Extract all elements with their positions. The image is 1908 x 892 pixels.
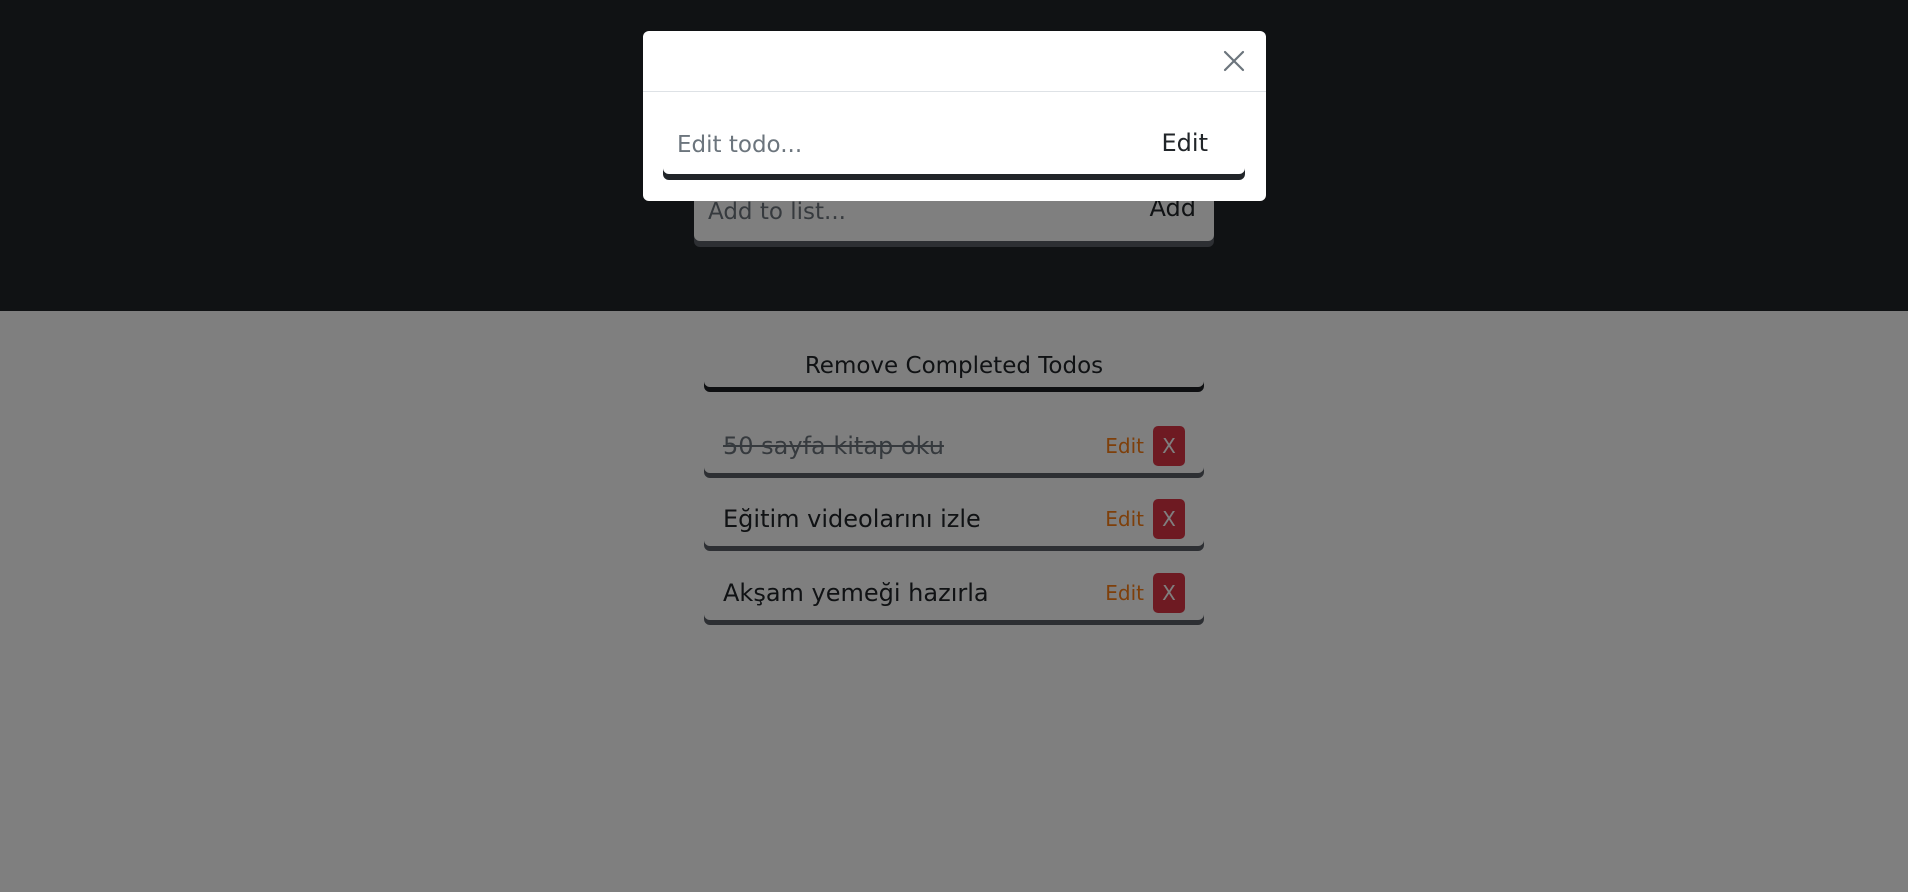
edit-todo-modal: Edit bbox=[643, 31, 1266, 201]
edit-todo-input[interactable] bbox=[675, 123, 1139, 167]
edit-todo-form: Edit bbox=[663, 114, 1245, 206]
todo-app-page: Add Remove Completed Todos 50 sayfa kita… bbox=[0, 0, 1908, 892]
modal-header bbox=[643, 31, 1266, 92]
close-icon bbox=[1223, 50, 1245, 72]
close-button[interactable] bbox=[1220, 47, 1248, 75]
edit-todo-bar: Edit bbox=[663, 114, 1245, 174]
edit-submit-button[interactable]: Edit bbox=[1162, 129, 1208, 157]
